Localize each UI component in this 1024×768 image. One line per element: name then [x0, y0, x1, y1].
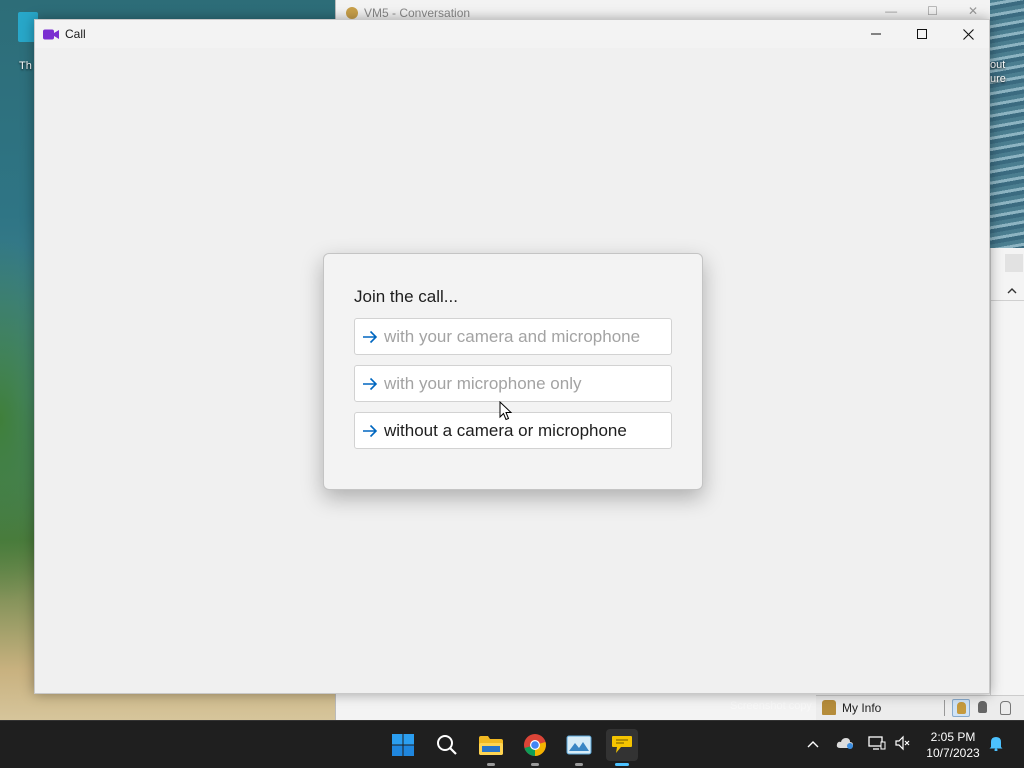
conversation-window-title: VM5 - Conversation: [364, 6, 471, 20]
join-call-heading: Join the call...: [354, 287, 458, 306]
contact-card-icon: [822, 700, 836, 715]
conversation-window-controls: — ☐ ✕: [885, 4, 978, 18]
desktop-label-line-1: out: [990, 59, 1006, 71]
video-camera-icon: [43, 29, 59, 40]
join-option-label: with your microphone only: [384, 373, 582, 393]
taskbar: 2:05 PM 10/7/2023: [0, 720, 1024, 768]
conversation-window-titlebar: VM5 - Conversation: [346, 6, 470, 20]
maximize-button[interactable]: [899, 20, 945, 48]
notification-center: [988, 721, 1004, 768]
status-offline-icon[interactable]: [996, 699, 1014, 717]
side-panel-button[interactable]: [1005, 254, 1023, 272]
divider: [944, 700, 945, 716]
conversation-side-panel: [990, 248, 1024, 720]
close-icon: [962, 28, 974, 40]
running-indicator: [575, 763, 583, 766]
volume-muted-icon[interactable]: [894, 735, 910, 756]
close-button[interactable]: [945, 20, 991, 48]
messenger-status-bar: My Info: [816, 695, 1024, 720]
join-option-label: without a camera or microphone: [384, 420, 627, 440]
minimize-icon: [871, 33, 881, 35]
arrow-right-icon: [356, 330, 384, 344]
status-busy-icon[interactable]: [974, 699, 992, 717]
user-icon: [346, 7, 358, 19]
onedrive-icon[interactable]: [836, 736, 854, 755]
chevron-up-icon[interactable]: [1007, 282, 1017, 298]
bell-icon[interactable]: [988, 735, 1004, 756]
minimize-icon[interactable]: —: [885, 4, 897, 18]
desktop-shortcut-label-right[interactable]: out ure: [990, 58, 1006, 86]
network-icon[interactable]: [868, 735, 886, 756]
windows-start-icon[interactable]: [387, 729, 419, 761]
running-indicator: [531, 763, 539, 766]
my-info-button[interactable]: My Info: [822, 700, 881, 715]
minimize-button[interactable]: [853, 20, 899, 48]
divider: [991, 300, 1024, 301]
desktop-shortcut-label[interactable]: Th: [19, 60, 32, 72]
chrome-icon[interactable]: [519, 729, 551, 766]
join-without-camera-or-microphone-button[interactable]: without a camera or microphone: [354, 412, 672, 449]
maximize-icon[interactable]: ☐: [927, 4, 938, 18]
running-indicator: [615, 763, 629, 766]
desktop-label-line-2: ure: [990, 73, 1006, 85]
join-call-dialog: Join the call... with your camera and mi…: [323, 253, 703, 490]
arrow-right-icon: [356, 377, 384, 391]
join-option-label: with your camera and microphone: [384, 326, 641, 346]
call-window: Call Join the call... with your camera a…: [34, 19, 990, 694]
image-icon[interactable]: [563, 729, 595, 766]
running-indicator: [487, 763, 495, 766]
join-with-microphone-only-button[interactable]: with your microphone only: [354, 365, 672, 402]
search-icon[interactable]: [431, 729, 463, 761]
arrow-right-icon: [356, 424, 384, 438]
folder-icon[interactable]: [475, 729, 507, 766]
mouse-cursor-icon: [499, 401, 512, 421]
status-online-icon[interactable]: [952, 699, 970, 717]
my-info-label: My Info: [842, 700, 882, 715]
chat-bubble-icon[interactable]: [606, 729, 638, 766]
call-window-titlebar[interactable]: Call: [35, 20, 989, 48]
taskbar-clock[interactable]: 2:05 PM 10/7/2023: [918, 729, 988, 761]
clock-date: 10/7/2023: [926, 746, 980, 760]
system-tray: [804, 721, 910, 768]
watermark-text: Screenshot copy: [730, 700, 812, 712]
join-with-camera-and-microphone-button[interactable]: with your camera and microphone: [354, 318, 672, 355]
clock-time: 2:05 PM: [930, 730, 976, 744]
close-icon[interactable]: ✕: [968, 4, 978, 18]
call-window-title: Call: [65, 27, 86, 41]
maximize-icon: [917, 29, 927, 39]
chevron-up-icon[interactable]: [806, 736, 820, 754]
